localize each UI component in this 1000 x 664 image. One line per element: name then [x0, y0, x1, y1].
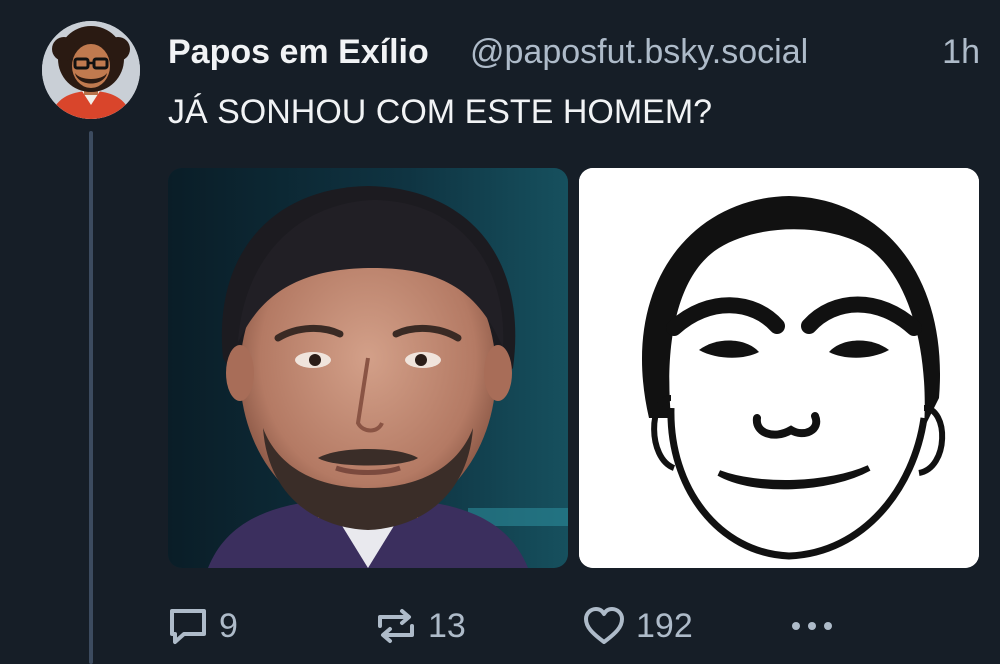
heart-icon [582, 605, 626, 647]
sketch-drawing-image [579, 168, 979, 568]
more-options-button[interactable] [788, 598, 838, 654]
like-count: 192 [636, 607, 693, 645]
thread-line [89, 131, 93, 664]
cartoon-avatar-icon [42, 21, 140, 119]
reply-button[interactable]: 9 [167, 598, 238, 654]
author-display-name[interactable]: Papos em Exílio [168, 30, 429, 74]
more-options-icon [788, 616, 838, 636]
author-handle[interactable]: @paposfut.bsky.social [470, 30, 808, 74]
post-timestamp[interactable]: 1h [942, 30, 980, 74]
post-text: JÁ SONHOU COM ESTE HOMEM? [168, 93, 713, 131]
post-header: Papos em Exílio @paposfut.bsky.social 1h [168, 30, 980, 74]
portrait-photo-image [168, 168, 568, 568]
photo-man-portrait[interactable] [168, 168, 568, 568]
repost-button[interactable]: 13 [374, 598, 466, 654]
sketch-this-man-drawing[interactable] [579, 168, 979, 568]
author-avatar[interactable] [42, 21, 140, 119]
like-button[interactable]: 192 [582, 598, 693, 654]
post: Papos em Exílio @paposfut.bsky.social 1h… [0, 0, 1000, 664]
repost-icon [374, 605, 418, 647]
repost-count: 13 [428, 607, 466, 645]
reply-count: 9 [219, 607, 238, 645]
post-actions: 9 13 192 [0, 598, 1000, 654]
reply-icon [167, 605, 209, 647]
